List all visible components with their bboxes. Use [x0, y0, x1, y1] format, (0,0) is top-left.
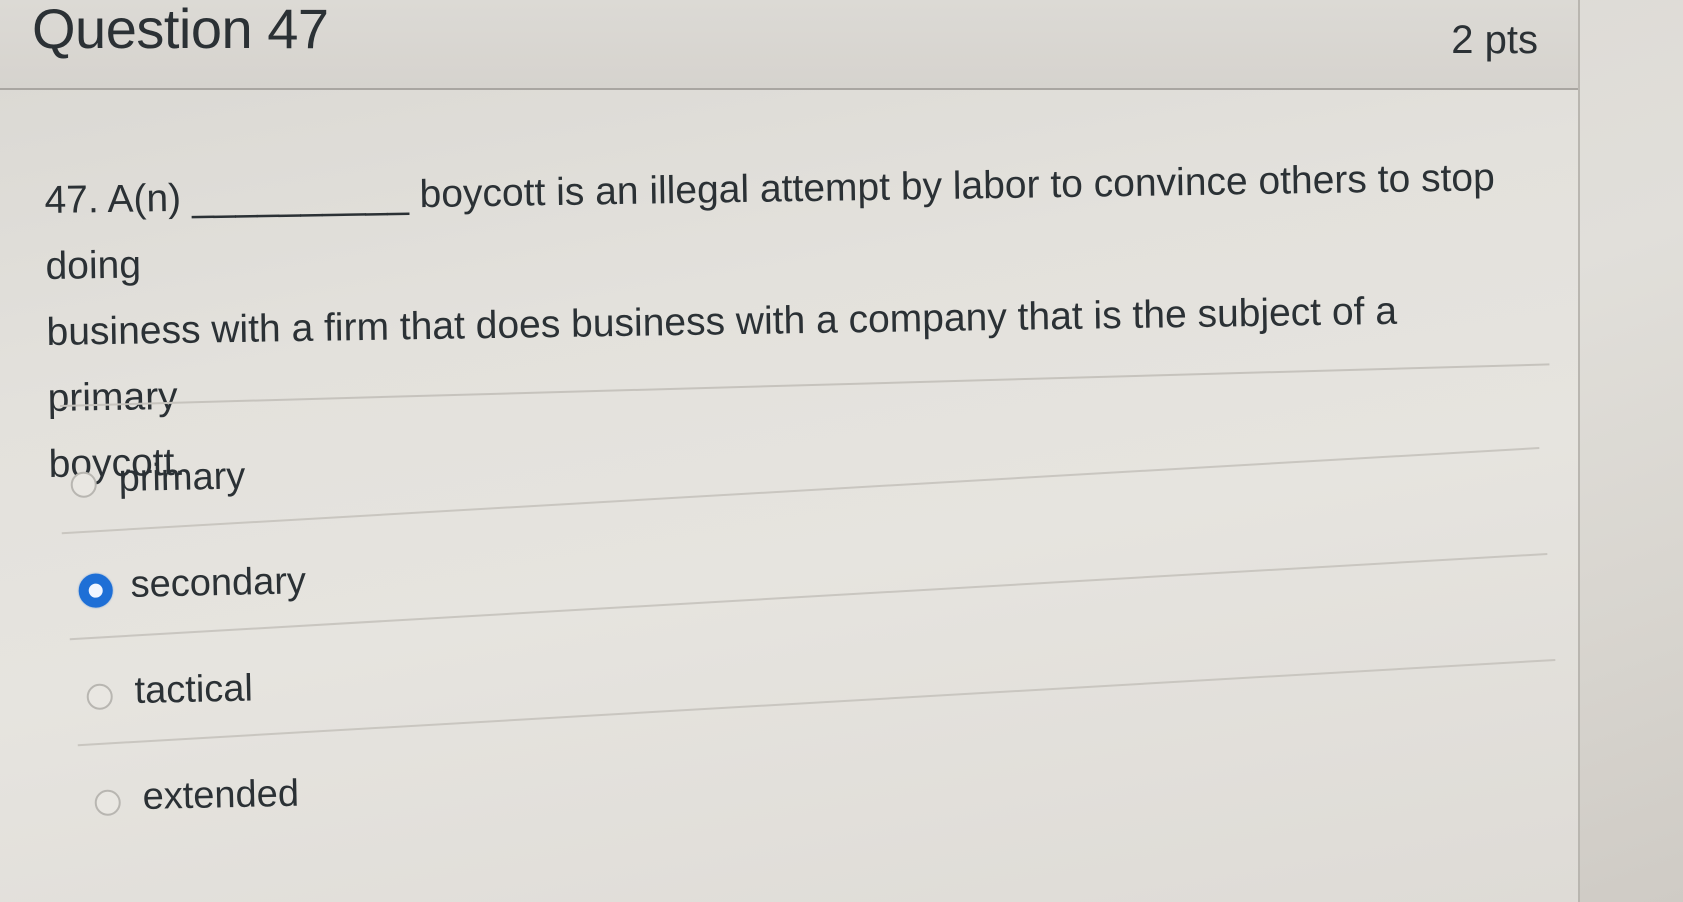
- question-card: Question 47 2 pts 47. A(n) __________ bo…: [0, 0, 1580, 902]
- answer-divider: [61, 446, 1540, 535]
- answer-list: primary secondary tactical extended: [61, 446, 1570, 874]
- answer-label: secondary: [130, 560, 307, 606]
- answer-label: extended: [142, 772, 300, 818]
- radio-selected-icon[interactable]: [78, 573, 114, 608]
- answer-divider: [77, 658, 1556, 747]
- radio-icon[interactable]: [94, 789, 121, 816]
- question-header: Question 47 2 pts: [0, 0, 1578, 90]
- points-value: 2 pts: [1451, 18, 1538, 62]
- question-text-line-2: business with a firm that does business …: [46, 289, 1398, 420]
- radio-icon[interactable]: [86, 683, 113, 710]
- answer-label: tactical: [134, 667, 254, 712]
- answer-label: primary: [118, 455, 246, 500]
- question-text-line-1: 47. A(n) __________ boycott is an illega…: [44, 156, 1496, 288]
- radio-icon[interactable]: [70, 471, 97, 498]
- question-title: Question 47: [32, 0, 329, 60]
